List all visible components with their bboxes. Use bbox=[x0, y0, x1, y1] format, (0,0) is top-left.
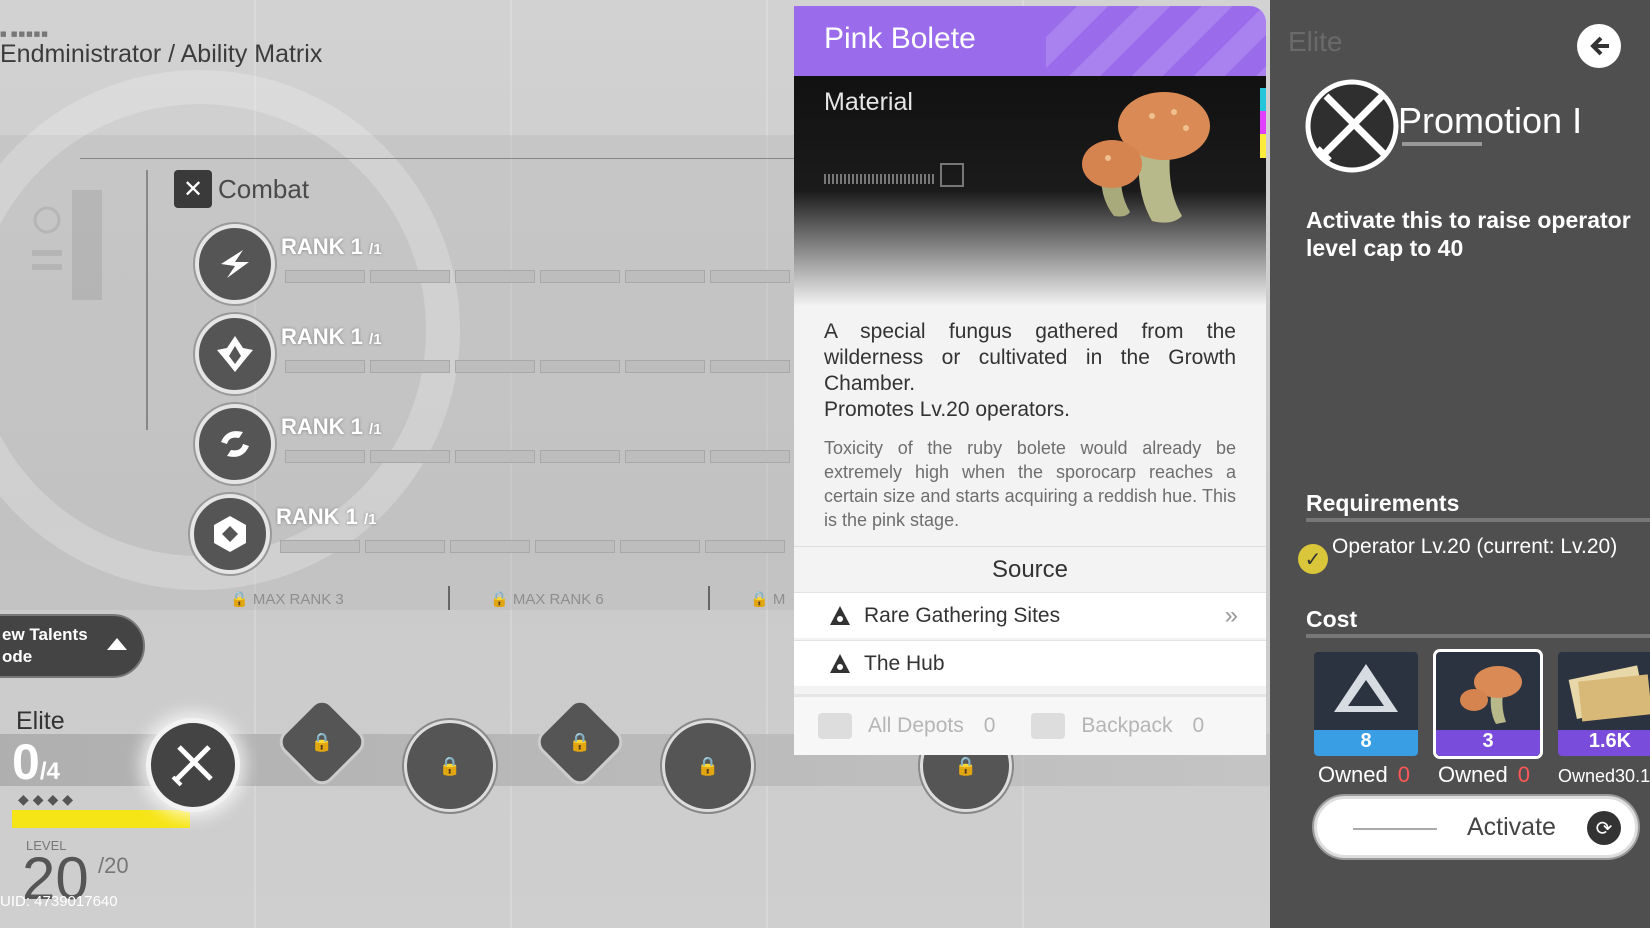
promotion-description: Activate this to raise operator level ca… bbox=[1306, 207, 1631, 261]
owned-count: Owned 0 bbox=[1318, 762, 1410, 787]
elite-dots: ◆◆◆◆ bbox=[18, 792, 78, 808]
combat-section-header: ✕ Combat bbox=[174, 170, 309, 208]
talent-progress bbox=[285, 270, 790, 283]
refresh-icon: ⟳ bbox=[1587, 811, 1621, 845]
rank-divider bbox=[708, 586, 710, 610]
lock-icon: 🔒 bbox=[438, 755, 462, 777]
max-rank-label: 🔒 MAX RANK 3 bbox=[230, 591, 344, 608]
source-rare-gathering-sites[interactable]: Rare Gathering Sites » bbox=[794, 592, 1266, 638]
activate-label: Activate bbox=[1467, 813, 1556, 841]
crossed-swords-icon bbox=[171, 745, 213, 787]
talent-row[interactable]: RANK 1 /1 bbox=[195, 314, 805, 394]
talent-row[interactable]: RANK 1 /1 bbox=[190, 494, 800, 574]
cost-item[interactable]: 8 bbox=[1314, 652, 1418, 756]
check-icon: ✓ bbox=[1298, 544, 1328, 574]
requirements-label: Requirements bbox=[1306, 490, 1460, 516]
item-flavor-text: Toxicity of the ruby bolete would alread… bbox=[824, 438, 1236, 530]
depot-icon bbox=[818, 713, 852, 739]
matrix-ruler bbox=[80, 158, 800, 159]
depots-label: All Depots bbox=[868, 714, 964, 737]
talent-progress bbox=[280, 540, 785, 553]
source-header: Source bbox=[794, 546, 1266, 592]
qr-icon bbox=[940, 163, 964, 187]
breadcrumb: Endministrator / Ability Matrix bbox=[0, 40, 323, 68]
lock-icon: 🔒 bbox=[568, 731, 592, 753]
location-triangle-icon bbox=[830, 653, 850, 673]
item-description: A special fungus gathered from the wilde… bbox=[824, 320, 1236, 421]
combat-icon: ✕ bbox=[174, 170, 212, 208]
barcode-icon bbox=[824, 174, 934, 184]
item-title: Pink Bolete bbox=[824, 22, 976, 55]
lightning-icon[interactable] bbox=[195, 224, 275, 304]
matrix-axis bbox=[146, 170, 148, 430]
item-type: Material bbox=[824, 88, 913, 116]
arrow-left-icon bbox=[1590, 36, 1609, 56]
hex-target-icon[interactable] bbox=[190, 494, 270, 574]
cost-label: Cost bbox=[1306, 606, 1358, 632]
pink-bolete-icon bbox=[1460, 666, 1522, 724]
talent-rank: RANK 1 /1 bbox=[281, 324, 382, 349]
location-triangle-icon bbox=[830, 605, 850, 625]
panel-elite-label: Elite bbox=[1288, 26, 1343, 57]
elite-progress-bar bbox=[12, 810, 190, 828]
breadcrumb-tag: ■ ■■■■■ bbox=[0, 30, 49, 38]
talent-rank: RANK 1 /1 bbox=[281, 414, 382, 439]
backpack-label: Backpack bbox=[1081, 714, 1173, 737]
decorative-glyph-icon bbox=[32, 190, 102, 300]
locked-promotion-node[interactable]: 🔒 bbox=[404, 720, 496, 812]
inventory-counts: All Depots 0 Backpack 0 bbox=[794, 694, 1266, 755]
max-rank-label: 🔒 M bbox=[750, 591, 786, 608]
cost-rule bbox=[1306, 634, 1650, 638]
uid: UID: 4739017640 bbox=[0, 893, 118, 910]
swirl-icon[interactable] bbox=[195, 404, 275, 484]
credits-icon bbox=[1568, 665, 1650, 722]
backpack-icon bbox=[1031, 713, 1066, 739]
view-talents-toggle[interactable]: ew Talents ode bbox=[0, 614, 145, 678]
crossed-swords-icon bbox=[1305, 79, 1399, 173]
level-max: /20 bbox=[98, 853, 129, 878]
lock-icon: 🔒 bbox=[696, 755, 720, 777]
item-detail-card: Pink Bolete Material A special fungus ga… bbox=[794, 6, 1266, 755]
requirement-text: Operator Lv.20 (current: Lv.20) bbox=[1332, 535, 1618, 558]
backpack-value: 0 bbox=[1192, 714, 1205, 737]
depots-value: 0 bbox=[983, 714, 996, 737]
back-button[interactable] bbox=[1577, 24, 1621, 68]
talent-progress bbox=[285, 450, 790, 463]
double-chevron-right-icon: » bbox=[1224, 601, 1238, 629]
lock-icon: 🔒 bbox=[954, 755, 978, 777]
cost-item[interactable]: 1.6K bbox=[1558, 652, 1650, 756]
requirements-rule bbox=[1306, 518, 1650, 522]
elite-label: Elite bbox=[16, 707, 65, 735]
promotion-title: Promotion I bbox=[1398, 100, 1583, 141]
max-rank-label: 🔒 MAX RANK 6 bbox=[490, 591, 604, 608]
elite-count: 0/4 bbox=[12, 734, 60, 790]
combat-label: Combat bbox=[218, 173, 310, 204]
color-edge bbox=[1260, 88, 1266, 158]
talent-rank: RANK 1 /1 bbox=[281, 234, 382, 259]
shield-burst-icon[interactable] bbox=[195, 314, 275, 394]
crystal-icon bbox=[1334, 664, 1398, 712]
cost-item-selected[interactable]: 3 bbox=[1436, 652, 1540, 756]
source-the-hub[interactable]: The Hub bbox=[794, 640, 1266, 686]
talent-progress bbox=[285, 360, 790, 373]
owned-count: Owned 0 bbox=[1438, 762, 1530, 787]
promotion-panel: Elite Promotion I Activate this to raise… bbox=[1270, 0, 1650, 928]
pink-bolete-icon bbox=[1082, 92, 1210, 223]
chevron-up-icon bbox=[107, 638, 127, 650]
owned-count: Owned30.1 bbox=[1558, 766, 1650, 786]
talent-row[interactable]: RANK 1 /1 bbox=[195, 404, 805, 484]
promotion-node-selected[interactable] bbox=[146, 718, 240, 812]
talent-rank: RANK 1 /1 bbox=[276, 504, 377, 529]
rank-divider bbox=[448, 586, 450, 610]
locked-promotion-node[interactable]: 🔒 bbox=[662, 720, 754, 812]
promotion-subtitle-bar bbox=[1402, 142, 1482, 146]
lock-icon: 🔒 bbox=[310, 731, 334, 753]
talent-row[interactable]: RANK 1 /1 bbox=[195, 224, 805, 304]
activate-button[interactable]: Activate ⟳ bbox=[1314, 796, 1638, 858]
